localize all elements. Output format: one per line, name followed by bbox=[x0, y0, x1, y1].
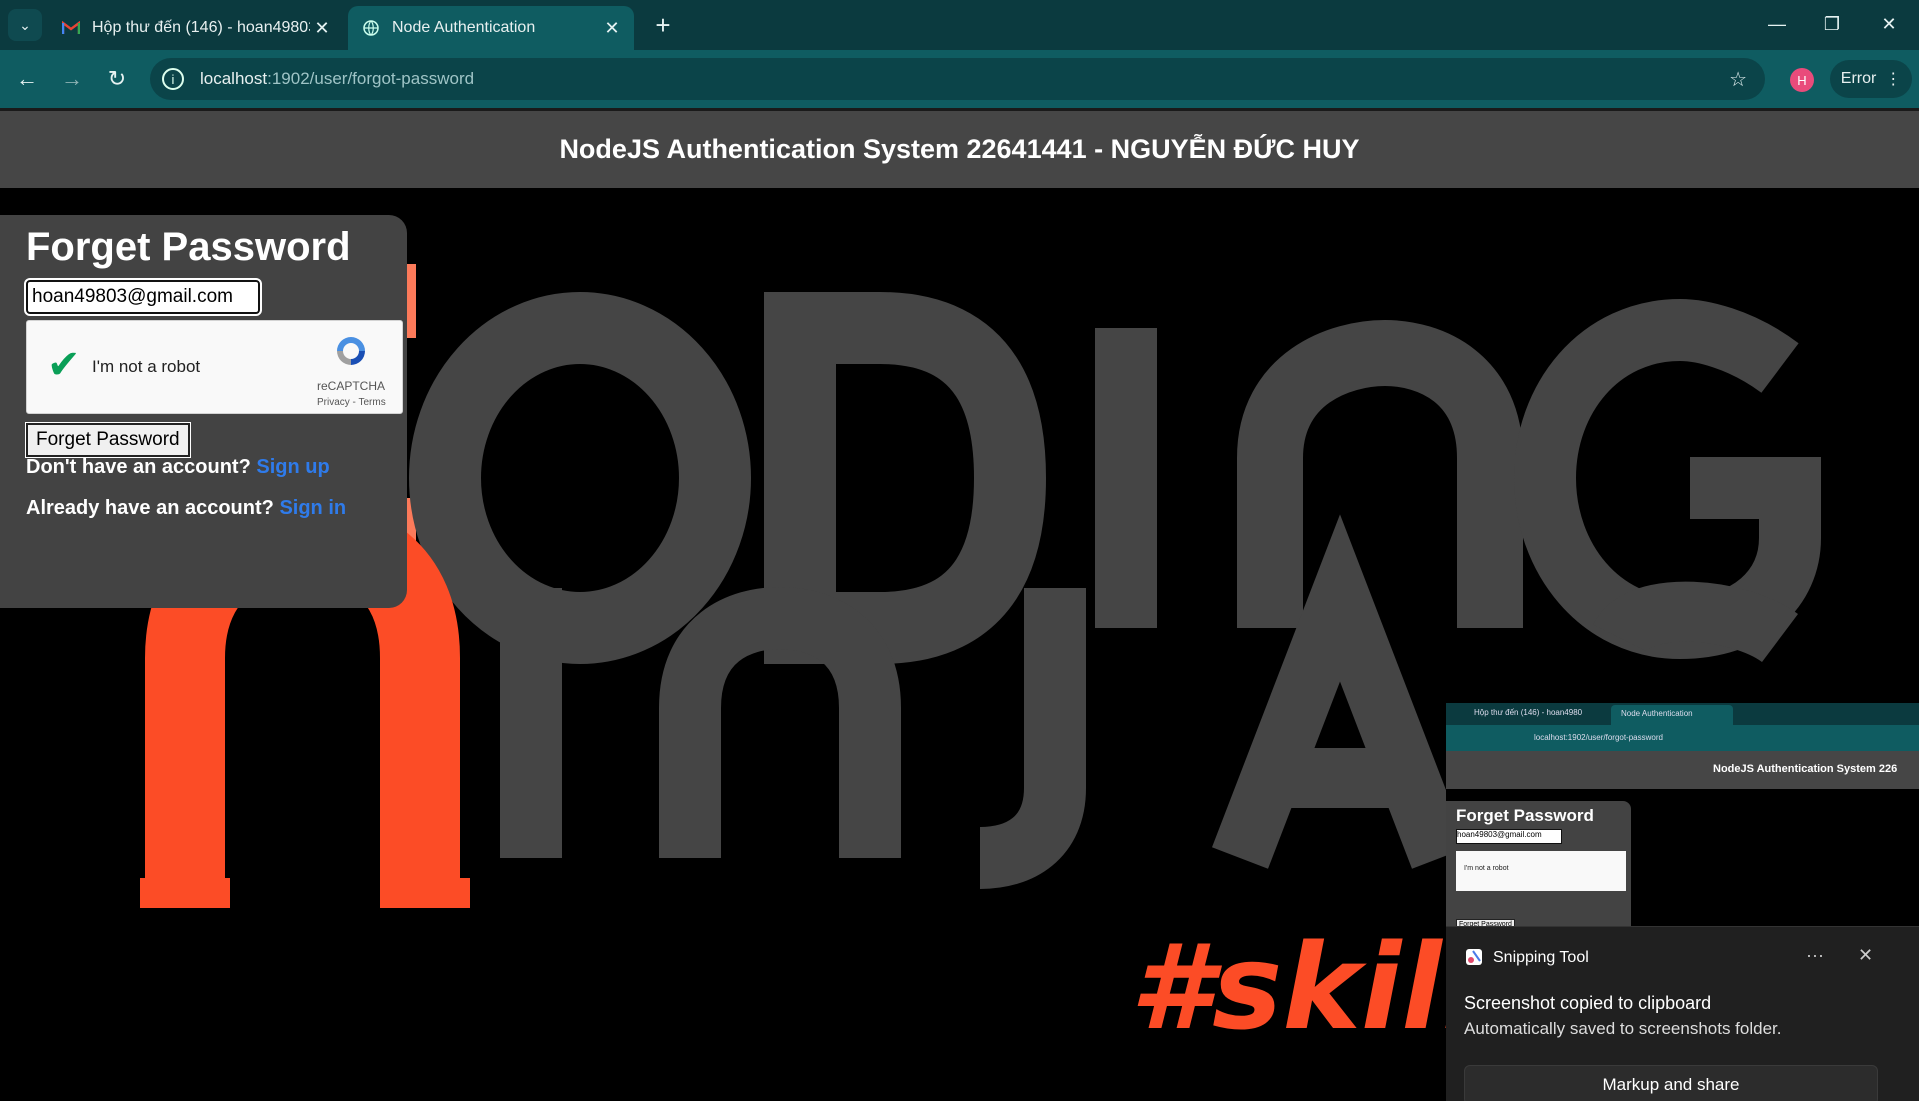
skill-tagline: #skill bbox=[1130, 918, 1483, 1056]
preview-tab1: Hộp thư đến (146) - hoan4980 bbox=[1474, 708, 1583, 717]
kebab-menu-icon: ⋮ bbox=[1885, 71, 1902, 88]
snipping-tool-notification[interactable]: Snipping Tool ··· ✕ Screenshot copied to… bbox=[1446, 926, 1919, 1101]
tab-gmail[interactable]: Hộp thư đến (146) - hoan49803@gmail.com … bbox=[48, 6, 344, 50]
gmail-icon bbox=[62, 19, 80, 37]
toast-detail: Automatically saved to screenshots folde… bbox=[1464, 1019, 1782, 1038]
signup-line: Don't have an account? Sign up bbox=[26, 456, 330, 479]
error-menu-button[interactable]: Error ⋮ bbox=[1830, 60, 1912, 98]
globe-icon bbox=[362, 19, 380, 37]
url-text[interactable]: localhost:1902/user/forgot-password bbox=[200, 69, 474, 89]
browser-toolbar: ← → ↻ i localhost:1902/user/forgot-passw… bbox=[0, 50, 1919, 108]
toast-message: Screenshot copied to clipboard bbox=[1464, 993, 1712, 1013]
close-icon[interactable]: ✕ bbox=[600, 16, 624, 40]
markup-and-share-button[interactable]: Markup and share bbox=[1464, 1065, 1878, 1101]
preview-tab2: Node Authentication bbox=[1621, 709, 1693, 718]
tab-title: Node Authentication bbox=[392, 19, 536, 36]
close-icon[interactable]: ✕ bbox=[1858, 945, 1873, 966]
tab-strip: ⌄ Hộp thư đến (146) - hoan49803@gmail.co… bbox=[0, 0, 1919, 50]
new-tab-button[interactable]: + bbox=[648, 10, 678, 40]
signin-prompt: Already have an account? bbox=[26, 497, 274, 519]
tab-title: Hộp thư đến (146) - hoan49803@gmail.com bbox=[92, 19, 310, 36]
forgot-password-card: Forget Password ✔ I'm not a robot reCAPT… bbox=[0, 215, 407, 608]
page-viewport: NodeJS Authentication System 22641441 - … bbox=[0, 108, 1919, 1101]
close-icon[interactable]: ✕ bbox=[310, 16, 334, 40]
back-button[interactable]: ← bbox=[10, 62, 44, 96]
error-label: Error bbox=[1840, 70, 1877, 87]
snipping-tool-icon bbox=[1466, 949, 1482, 965]
preview-toolbar: localhost:1902/user/forgot-password bbox=[1446, 725, 1919, 751]
signin-line: Already have an account? Sign in bbox=[26, 497, 346, 520]
preview-heading: Forget Password bbox=[1456, 806, 1594, 825]
checkmark-icon[interactable]: ✔ bbox=[47, 345, 81, 385]
preview-url: localhost:1902/user/forgot-password bbox=[1534, 733, 1663, 742]
recaptcha-icon bbox=[337, 337, 365, 365]
preview-email: hoan49803@gmail.com bbox=[1456, 829, 1562, 844]
tab-search-button[interactable]: ⌄ bbox=[8, 9, 42, 41]
preview-tabstrip: Hộp thư đến (146) - hoan4980 Node Authen… bbox=[1446, 703, 1919, 725]
arrow-left-icon: ← bbox=[16, 66, 38, 91]
email-field[interactable] bbox=[24, 278, 262, 316]
restore-button[interactable]: ❐ bbox=[1805, 0, 1859, 48]
preview-header: NodeJS Authentication System 226 bbox=[1446, 751, 1919, 789]
preview-header-text: NodeJS Authentication System 226 bbox=[1713, 763, 1898, 775]
profile-avatar[interactable]: H bbox=[1790, 68, 1814, 92]
recaptcha-brand: reCAPTCHA bbox=[317, 379, 386, 393]
chevron-down-icon: ⌄ bbox=[19, 16, 31, 33]
recaptcha-widget[interactable]: ✔ I'm not a robot reCAPTCHA Privacy - Te… bbox=[26, 320, 403, 414]
info-icon[interactable]: i bbox=[162, 68, 184, 90]
more-options-icon[interactable]: ··· bbox=[1806, 945, 1824, 966]
toast-app-name: Snipping Tool bbox=[1493, 949, 1589, 966]
preview-captcha-label: I'm not a robot bbox=[1464, 865, 1509, 872]
url-host: localhost bbox=[200, 69, 268, 88]
captcha-label: I'm not a robot bbox=[92, 357, 201, 376]
address-bar[interactable]: i localhost:1902/user/forgot-password ☆ bbox=[150, 58, 1765, 100]
url-path: :1902/user/forgot-password bbox=[267, 69, 475, 88]
screenshot-preview[interactable]: Hộp thư đến (146) - hoan4980 Node Authen… bbox=[1446, 703, 1919, 938]
minimize-button[interactable]: — bbox=[1750, 0, 1804, 48]
form-heading: Forget Password bbox=[26, 225, 351, 269]
signup-prompt: Don't have an account? bbox=[26, 456, 251, 478]
reload-icon: ↻ bbox=[107, 66, 127, 91]
signin-link[interactable]: Sign in bbox=[279, 497, 346, 519]
forward-button[interactable]: → bbox=[55, 62, 89, 96]
tab-node-authentication[interactable]: Node Authentication ✕ bbox=[348, 6, 634, 50]
forget-password-button[interactable]: Forget Password bbox=[25, 422, 191, 458]
preview-card: Forget Password hoan49803@gmail.com I'm … bbox=[1446, 801, 1631, 938]
reload-button[interactable]: ↻ bbox=[100, 62, 134, 96]
page-title: NodeJS Authentication System 22641441 - … bbox=[559, 134, 1360, 164]
close-window-button[interactable]: ✕ bbox=[1862, 0, 1916, 48]
signup-link[interactable]: Sign up bbox=[256, 456, 329, 478]
app-header: NodeJS Authentication System 22641441 - … bbox=[0, 108, 1919, 188]
arrow-right-icon: → bbox=[61, 66, 83, 91]
recaptcha-links[interactable]: Privacy - Terms bbox=[317, 397, 386, 408]
bookmark-star-icon[interactable]: ☆ bbox=[1729, 67, 1747, 92]
